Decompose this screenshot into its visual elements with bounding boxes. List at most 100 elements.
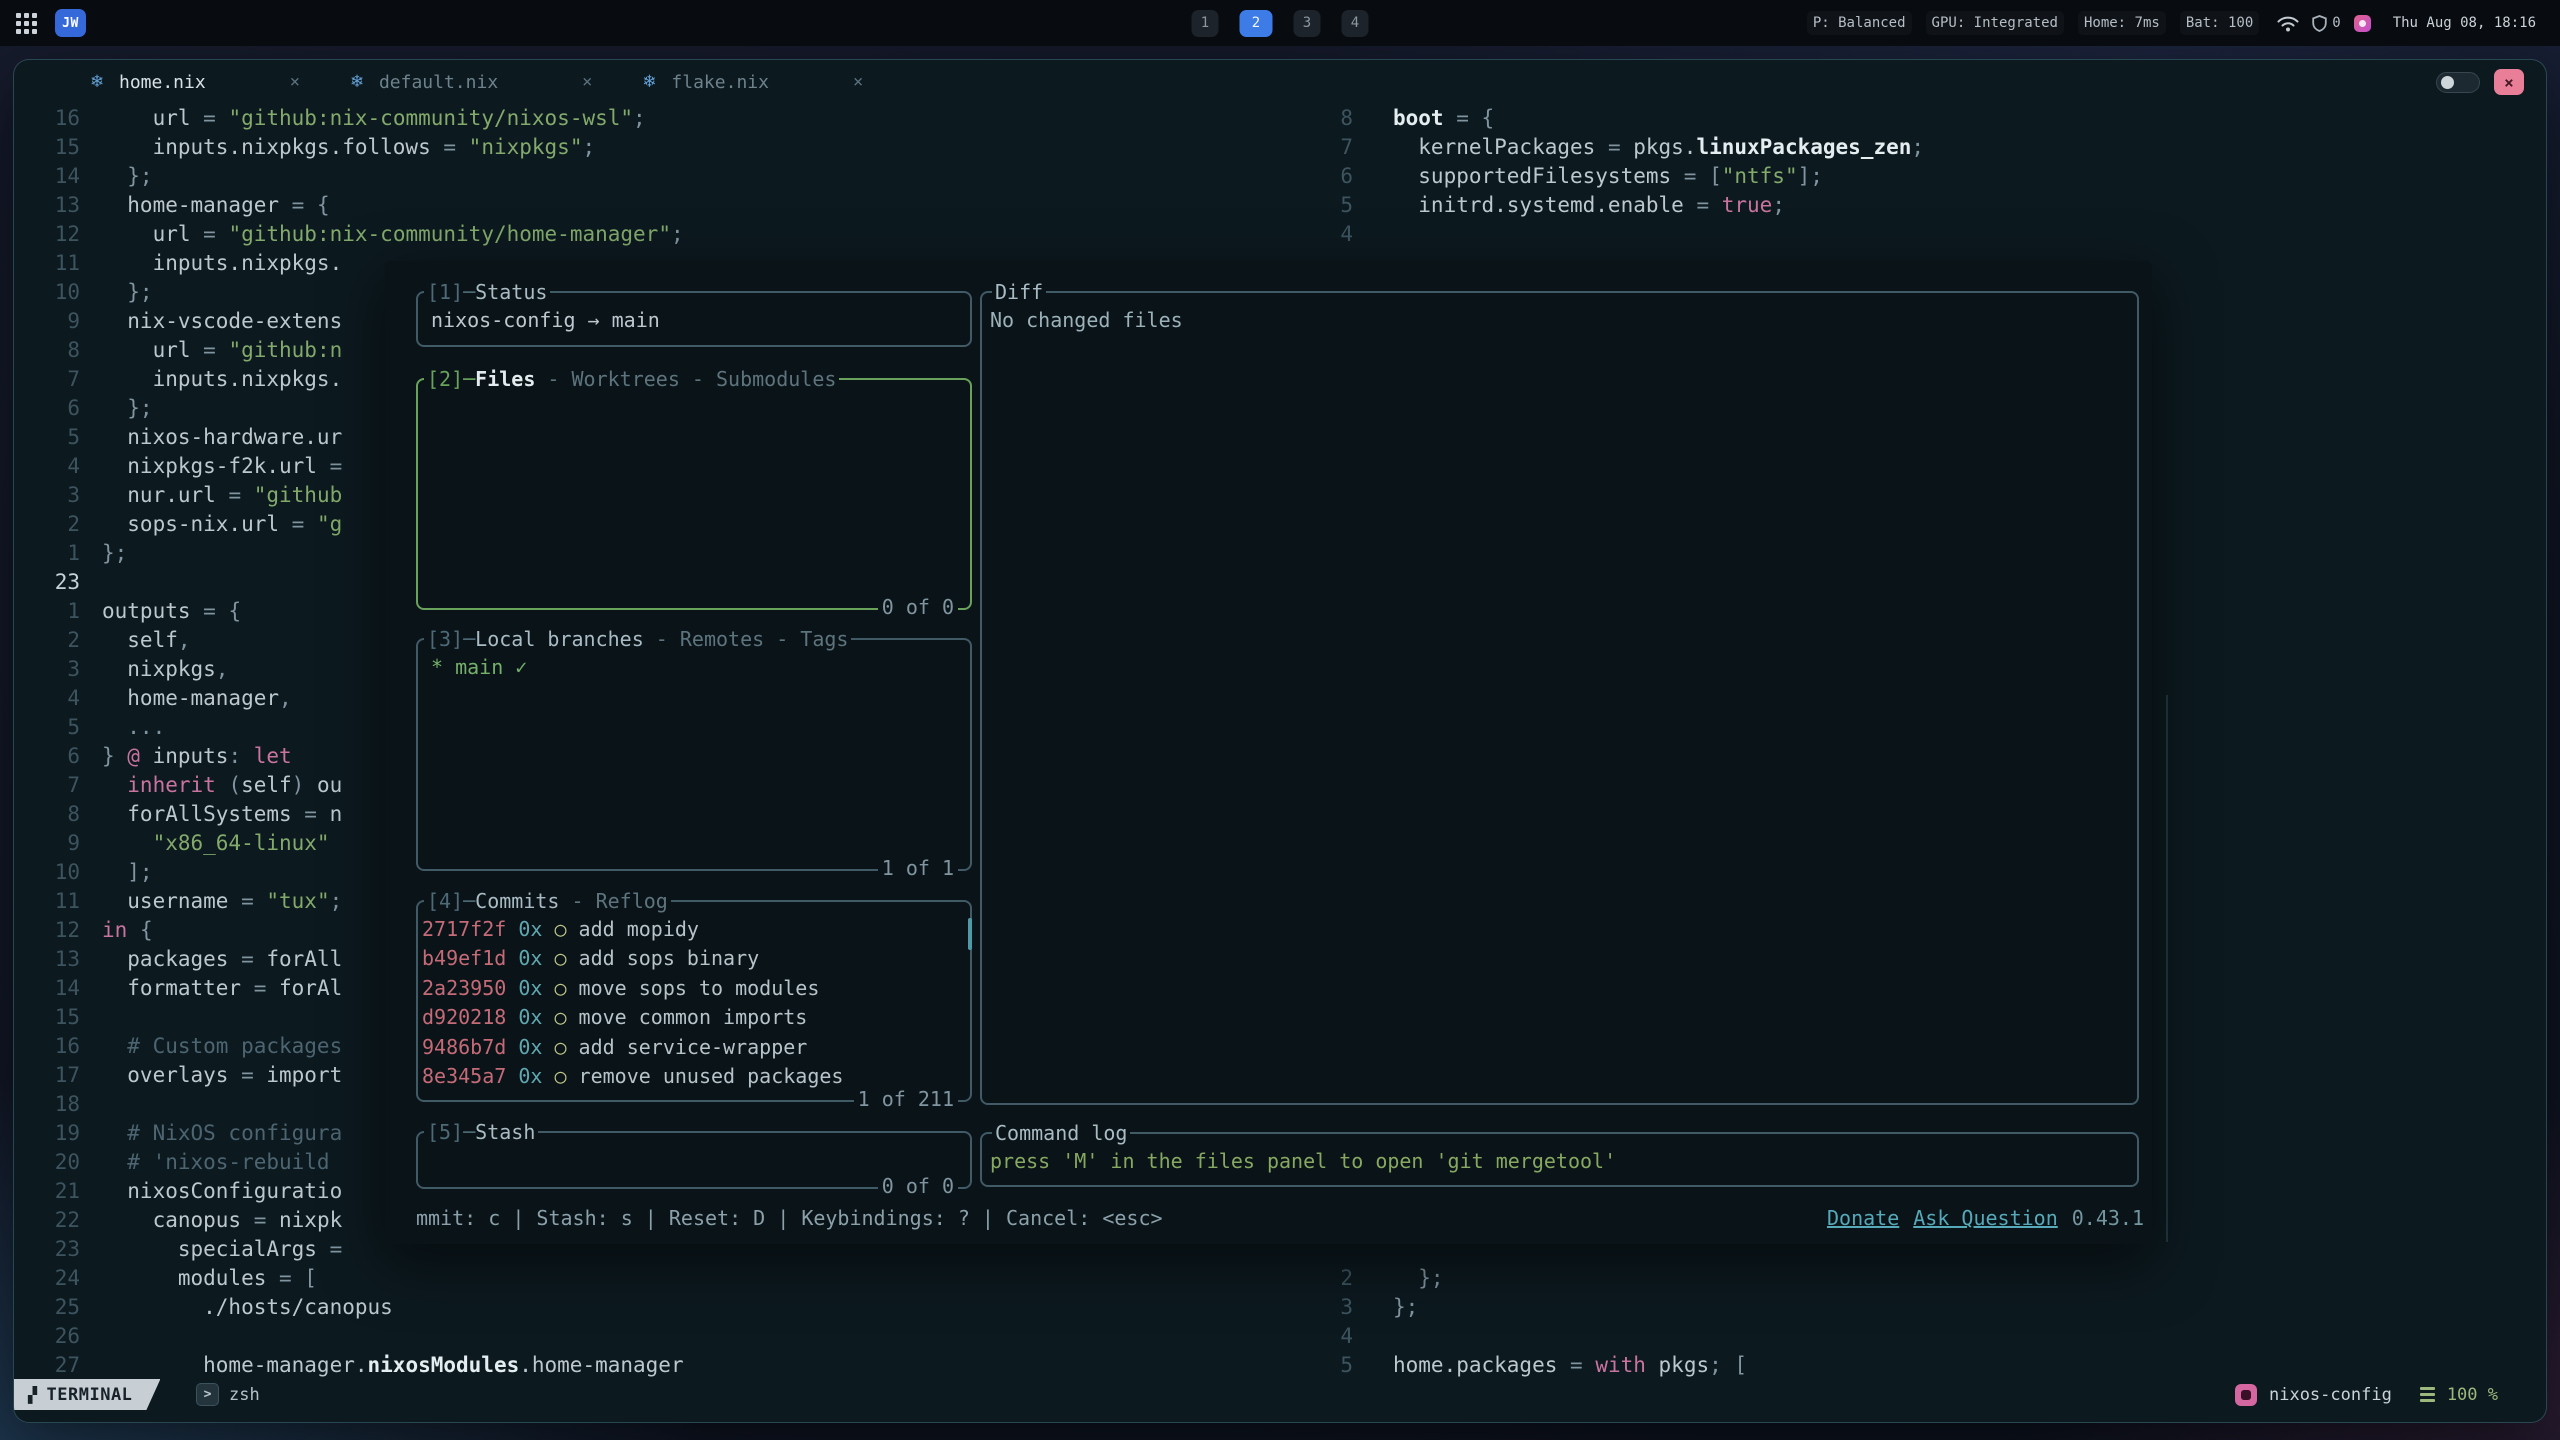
recorder-indicator-icon[interactable] (2354, 15, 2371, 32)
apps-grid-icon[interactable] (16, 13, 37, 34)
tab-close-icon[interactable]: × (853, 72, 863, 92)
editor-tabbar: ❄ home.nix × ❄ default.nix × ❄ flake.nix… (14, 60, 2546, 104)
top-status-bar: JW 1 2 3 4 P: Balanced GPU: Integrated H… (0, 0, 2560, 46)
battery-module[interactable]: Bat: 100 (2180, 11, 2259, 35)
power-profile-module[interactable]: P: Balanced (1807, 11, 1912, 35)
commit-row[interactable]: 9486b7d 0x ○ add service-wrapper (422, 1033, 966, 1062)
terminal-mode-icon: ▞ (28, 1386, 38, 1404)
commits-scrollbar[interactable] (968, 918, 972, 950)
commits-count: 1 of 211 (854, 1085, 958, 1114)
shell-label: zsh (229, 1385, 260, 1405)
nix-snowflake-icon: ❄ (350, 72, 367, 92)
security-indicator[interactable]: 0 (2312, 15, 2340, 32)
code-line: 4 (1294, 220, 2546, 249)
shell-indicator: > zsh (196, 1379, 260, 1410)
repo-icon (2235, 1384, 2257, 1406)
column-ruler (2166, 695, 2168, 1242)
network-latency-module[interactable]: Home: 7ms (2078, 11, 2166, 35)
code-line: 26 (14, 1322, 1294, 1351)
wifi-icon[interactable] (2277, 15, 2299, 32)
mode-label: TERMINAL (47, 1385, 133, 1405)
mode-segment: ▞ TERMINAL (14, 1379, 160, 1410)
window-close-button[interactable]: × (2494, 69, 2524, 95)
scroll-percent: 100 % (2447, 1385, 2498, 1405)
lazygit-version: 0.43.1 (2072, 1204, 2144, 1233)
scroll-position-icon (2420, 1387, 2435, 1402)
shield-icon (2312, 15, 2327, 32)
editor-pane-right-top[interactable]: 8boot = {7 kernelPackages = pkgs.linuxPa… (1294, 104, 2546, 249)
tab-close-icon[interactable]: × (582, 72, 592, 92)
code-line: 4 (1294, 1322, 2546, 1351)
stash-count: 0 of 0 (878, 1172, 958, 1201)
code-line: 7 kernelPackages = pkgs.linuxPackages_ze… (1294, 133, 2546, 162)
lazygit-command-log-panel[interactable]: Command log press 'M' in the files panel… (980, 1132, 2139, 1187)
code-line: 2 }; (1294, 1264, 2546, 1293)
lazygit-popup: [1]─Status nixos-config → main [2]─Files… (385, 261, 2152, 1244)
nix-snowflake-icon: ❄ (90, 72, 107, 92)
code-line: 6 supportedFilesystems = ["ntfs"]; (1294, 162, 2546, 191)
code-line: 3}; (1294, 1293, 2546, 1322)
panel-title: [1]─Status (424, 278, 550, 307)
code-line: 5 initrd.systemd.enable = true; (1294, 191, 2546, 220)
code-line: 14 }; (14, 162, 1294, 191)
workspace-4[interactable]: 4 (1342, 10, 1369, 37)
lazygit-files-panel[interactable]: [2]─Files - Worktrees - Submodules 0 of … (416, 378, 972, 610)
shield-count: 0 (2332, 15, 2340, 31)
command-log-message: press 'M' in the files panel to open 'gi… (990, 1147, 2129, 1176)
lazygit-status-panel[interactable]: [1]─Status nixos-config → main (416, 291, 972, 347)
lazygit-commits-panel[interactable]: [4]─Commits - Reflog 2717f2f 0x ○ add mo… (416, 900, 972, 1102)
tab-label: home.nix (119, 72, 206, 93)
workspace-switcher: 1 2 3 4 (1192, 10, 1369, 37)
panel-title: [2]─Files - Worktrees - Submodules (424, 365, 839, 394)
tab-default-nix[interactable]: ❄ default.nix × (350, 72, 592, 93)
tab-label: flake.nix (671, 72, 769, 93)
code-line: 16 url = "github:nix-community/nixos-wsl… (14, 104, 1294, 133)
lazygit-keybindings-bar: mmit: c | Stash: s | Reset: D | Keybindi… (416, 1204, 2144, 1233)
donate-link[interactable]: Donate (1827, 1204, 1899, 1233)
code-line: 25 ./hosts/canopus (14, 1293, 1294, 1322)
titlebar-toggle[interactable] (2436, 72, 2480, 93)
commit-row[interactable]: b49ef1d 0x ○ add sops binary (422, 944, 966, 973)
terminal-statusbar: ▞ TERMINAL > zsh nixos-config 100 % (14, 1379, 2546, 1410)
panel-title: [5]─Stash (424, 1118, 538, 1147)
code-line: 15 inputs.nixpkgs.follows = "nixpkgs"; (14, 133, 1294, 162)
tab-close-icon[interactable]: × (290, 72, 300, 92)
commit-row[interactable]: 2717f2f 0x ○ add mopidy (422, 915, 966, 944)
keybinding-hints: mmit: c | Stash: s | Reset: D | Keybindi… (416, 1204, 1163, 1233)
lazygit-branches-panel[interactable]: [3]─Local branches - Remotes - Tags * ma… (416, 638, 972, 871)
ask-question-link[interactable]: Ask Question (1913, 1204, 2058, 1233)
nix-snowflake-icon: ❄ (642, 72, 659, 92)
tab-label: default.nix (379, 72, 498, 93)
panel-title: Command log (992, 1119, 1130, 1148)
gpu-module[interactable]: GPU: Integrated (1926, 11, 2064, 35)
code-line: 13 home-manager = { (14, 191, 1294, 220)
lazygit-diff-panel[interactable]: Diff No changed files (980, 291, 2139, 1105)
desktop: { "topbar": { "logo": "JW", "workspaces"… (0, 0, 2560, 1440)
files-count: 0 of 0 (878, 593, 958, 622)
tab-home-nix[interactable]: ❄ home.nix × (90, 72, 300, 93)
panel-title: [4]─Commits - Reflog (424, 887, 671, 916)
branch-item[interactable]: * main ✓ (431, 653, 957, 682)
shell-prompt-icon: > (196, 1383, 219, 1406)
code-line: 12 url = "github:nix-community/home-mana… (14, 220, 1294, 249)
lazygit-stash-panel[interactable]: [5]─Stash 0 of 0 (416, 1131, 972, 1189)
workspace-1[interactable]: 1 (1192, 10, 1219, 37)
diff-message: No changed files (990, 306, 2129, 335)
clock[interactable]: Thu Aug 08, 18:16 (2393, 15, 2536, 31)
workspace-3[interactable]: 3 (1294, 10, 1321, 37)
logo-badge[interactable]: JW (55, 9, 86, 37)
repo-branch-status: nixos-config → main (431, 306, 957, 335)
commit-row[interactable]: 2a23950 0x ○ move sops to modules (422, 974, 966, 1003)
panel-title: [3]─Local branches - Remotes - Tags (424, 625, 851, 654)
editor-pane-right-bottom[interactable]: 2 };3};45home.packages = with pkgs; [ (1294, 1264, 2546, 1380)
code-line: 24 modules = [ (14, 1264, 1294, 1293)
branches-count: 1 of 1 (878, 854, 958, 883)
code-line: 5home.packages = with pkgs; [ (1294, 1351, 2546, 1380)
workspace-2[interactable]: 2 (1240, 10, 1273, 37)
repo-name: nixos-config (2269, 1385, 2392, 1405)
panel-title: Diff (992, 278, 1046, 307)
commit-row[interactable]: d920218 0x ○ move common imports (422, 1003, 966, 1032)
code-line: 27 home-manager.nixosModules.home-manage… (14, 1351, 1294, 1380)
tab-flake-nix[interactable]: ❄ flake.nix × (642, 72, 863, 93)
code-line: 8boot = { (1294, 104, 2546, 133)
